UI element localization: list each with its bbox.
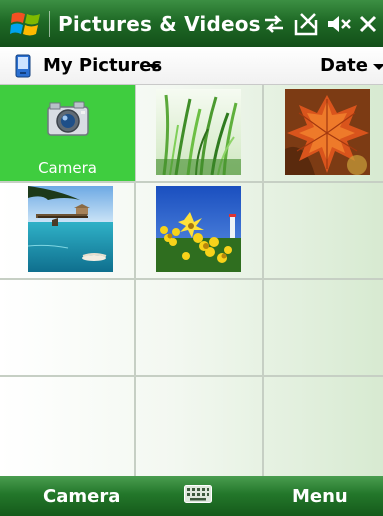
device-icon — [15, 54, 31, 78]
thumbnail-grid: Camera — [0, 85, 383, 476]
soft-key-bar: Camera Menu — [0, 476, 383, 516]
status-icons — [262, 11, 377, 37]
app-title: Pictures & Videos — [58, 12, 261, 36]
camera-icon — [47, 101, 89, 136]
windows-logo-icon[interactable] — [10, 9, 42, 39]
camera-tile-label: Camera — [38, 159, 97, 177]
no-signal-icon[interactable] — [293, 12, 319, 36]
grid-line — [0, 375, 383, 377]
camera-softkey[interactable]: Camera — [43, 486, 120, 508]
grid-line — [0, 278, 383, 280]
camera-tile[interactable]: Camera — [0, 85, 135, 181]
sort-dropdown[interactable]: Date — [320, 55, 368, 77]
grid-line — [0, 181, 383, 183]
photo-thumbnail[interactable] — [156, 89, 241, 175]
connectivity-icon[interactable] — [262, 14, 286, 34]
folder-bar: My Pictures Date — [0, 47, 383, 85]
photo-thumbnail[interactable] — [285, 89, 370, 175]
title-separator — [49, 11, 50, 37]
folder-dropdown[interactable]: My Pictures — [43, 55, 162, 77]
volume-muted-icon[interactable] — [326, 14, 352, 34]
grid-line — [262, 85, 264, 476]
title-bar: Pictures & Videos — [0, 0, 383, 47]
photo-thumbnail[interactable] — [28, 186, 113, 272]
close-icon[interactable] — [359, 15, 377, 33]
chevron-down-icon[interactable] — [148, 64, 160, 70]
chevron-down-icon[interactable] — [373, 64, 383, 70]
keyboard-icon[interactable] — [184, 485, 212, 503]
menu-softkey[interactable]: Menu — [292, 486, 348, 508]
photo-thumbnail[interactable] — [156, 186, 241, 272]
